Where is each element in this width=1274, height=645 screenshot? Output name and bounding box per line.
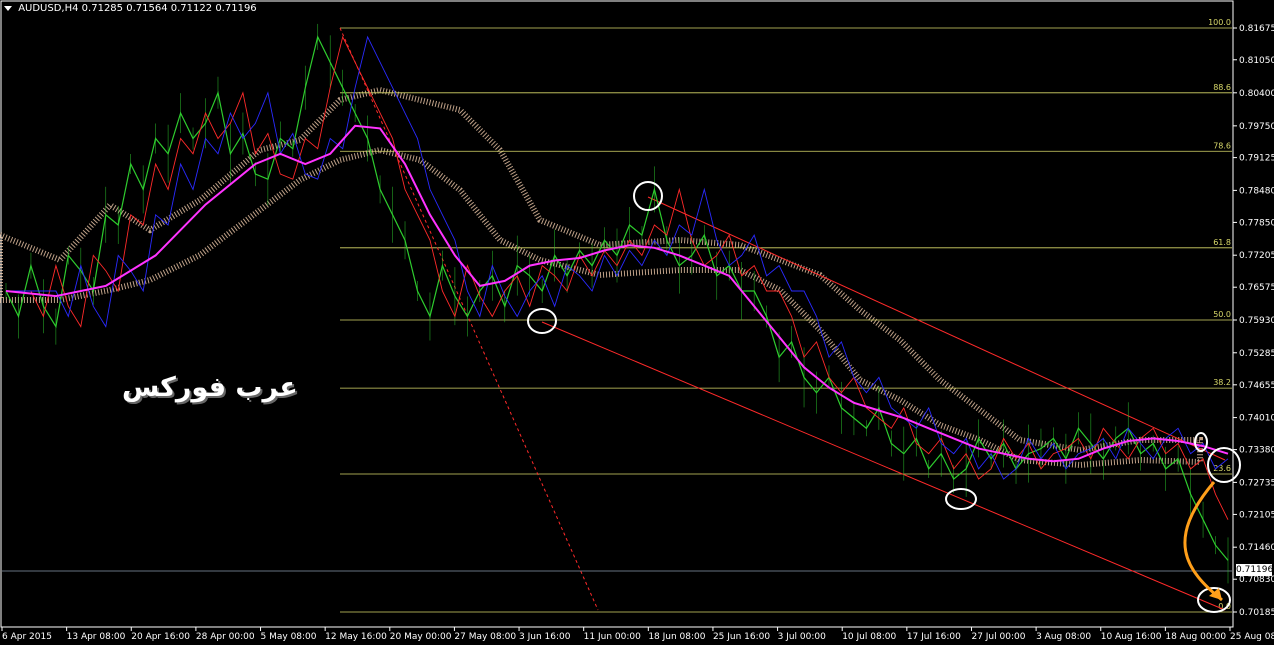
fib-level-label: 78.6 xyxy=(1213,141,1231,150)
y-tick-label: 0.79125 xyxy=(1239,154,1274,164)
x-tick-label: 3 Aug 08:00 xyxy=(1036,632,1091,642)
y-tick-label: 0.80400 xyxy=(1239,89,1274,99)
close-value: 0.71196 xyxy=(215,3,257,14)
y-tick-label: 0.74010 xyxy=(1239,414,1274,424)
x-tick-label: 11 Jun 00:00 xyxy=(584,632,641,642)
x-tick-label: 18 Jun 08:00 xyxy=(648,632,705,642)
y-tick-label: 0.81675 xyxy=(1239,24,1274,34)
x-tick-label: 27 May 08:00 xyxy=(454,632,516,642)
y-tick-label: 0.70185 xyxy=(1239,608,1274,618)
x-tick-label: 13 Apr 08:00 xyxy=(67,632,126,642)
fib-level-label: 50.0 xyxy=(1213,310,1231,319)
y-tick-label: 0.77205 xyxy=(1239,251,1274,261)
x-tick-label: 5 May 08:00 xyxy=(261,632,317,642)
fib-level-label: 38.2 xyxy=(1213,378,1231,387)
y-tick-label: 0.81050 xyxy=(1239,56,1274,66)
chart-header: AUDUSD,H4 0.71285 0.71564 0.71122 0.7119… xyxy=(4,3,257,14)
fib-level-label: 100.0 xyxy=(1208,18,1231,27)
price-chart[interactable]: 100.088.678.661.850.038.223.60.0 0.81675… xyxy=(0,0,1274,645)
y-tick-label: 0.78480 xyxy=(1239,186,1274,196)
x-tick-label: 18 Aug 00:00 xyxy=(1165,632,1226,642)
low-value: 0.71122 xyxy=(170,3,213,14)
x-tick-label: 10 Jul 08:00 xyxy=(842,632,896,642)
fib-level-label: 61.8 xyxy=(1213,238,1231,247)
y-tick-label: 0.73380 xyxy=(1239,446,1274,456)
y-tick-label: 0.75285 xyxy=(1239,349,1274,359)
high-value: 0.71564 xyxy=(126,3,168,14)
x-tick-label: 12 May 16:00 xyxy=(325,632,387,642)
fib-level-label: 88.6 xyxy=(1213,83,1231,92)
dropdown-triangle-icon[interactable] xyxy=(4,5,12,11)
y-tick-label: 0.71460 xyxy=(1239,543,1274,553)
x-tick-label: 6 Apr 2015 xyxy=(2,632,52,642)
x-tick-label: 28 Apr 00:00 xyxy=(196,632,255,642)
y-tick-label: 0.75930 xyxy=(1239,316,1274,326)
x-tick-label: 25 Aug 08:00 xyxy=(1230,632,1274,642)
y-tick-label: 0.72735 xyxy=(1239,478,1274,488)
symbol-label: AUDUSD,H4 xyxy=(18,3,79,14)
x-tick-label: 3 Jun 16:00 xyxy=(519,632,571,642)
x-tick-label: 20 Apr 16:00 xyxy=(131,632,190,642)
x-tick-label: 17 Jul 16:00 xyxy=(907,632,961,642)
current-price-label: 0.71196 xyxy=(1236,564,1274,576)
x-tick-label: 10 Aug 16:00 xyxy=(1101,632,1162,642)
y-tick-label: 0.77850 xyxy=(1239,218,1274,228)
y-tick-label: 0.72105 xyxy=(1239,510,1274,520)
y-tick-label: 0.74655 xyxy=(1239,381,1274,391)
watermark: عرب فوركس xyxy=(122,372,298,403)
x-tick-label: 25 Jun 16:00 xyxy=(713,632,770,642)
x-tick-label: 20 May 00:00 xyxy=(390,632,452,642)
x-tick-label: 27 Jul 00:00 xyxy=(971,632,1025,642)
x-tick-label: 3 Jul 00:00 xyxy=(778,632,827,642)
y-tick-label: 0.70830 xyxy=(1239,575,1274,585)
y-tick-label: 0.79750 xyxy=(1239,122,1274,132)
open-value: 0.71285 xyxy=(81,3,124,14)
y-tick-label: 0.76575 xyxy=(1239,283,1274,293)
